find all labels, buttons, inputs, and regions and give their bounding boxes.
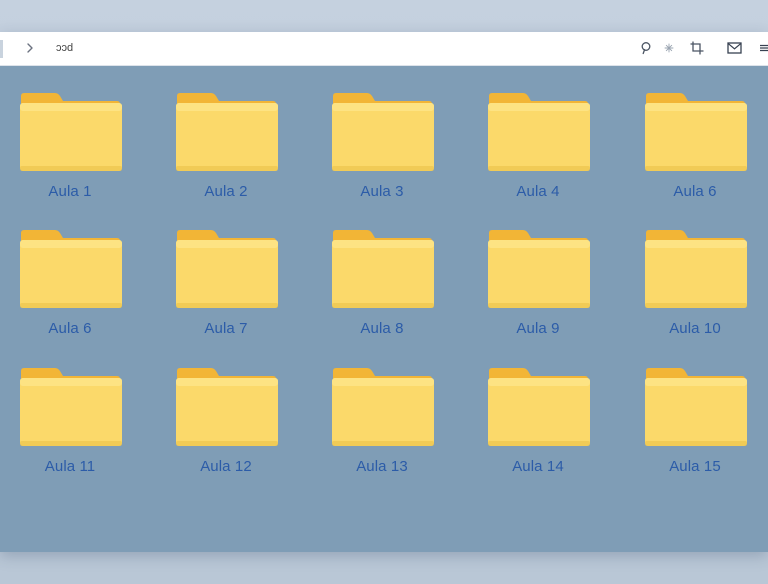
folder-item[interactable]: Aula 4 [473,92,603,207]
folder-label: Aula 8 [360,320,404,337]
toolbar: ɔɔd [0,32,768,66]
folder-icon [332,93,434,171]
folder-item[interactable]: Aula 7 [161,229,291,344]
folder-grid: Aula 1 Aula 2 Aula 3 Aula 4 Aula 6 Aula 6 Aula… [0,65,768,552]
folder-label: Aula 7 [204,320,248,337]
folder-item[interactable]: Aula 10 [630,229,760,344]
folder-icon [488,230,590,308]
folder-item[interactable]: Aula 3 [317,92,447,207]
sparkle-button[interactable] [659,38,679,58]
folder-label: Aula 3 [360,183,404,200]
folder-label: Aula 15 [669,458,721,475]
crop-button[interactable] [687,38,707,58]
folder-label: Aula 6 [48,320,92,337]
menu-button[interactable] [758,38,768,58]
folder-item[interactable]: Aula 1 [5,92,135,207]
folder-icon [20,93,122,171]
folder-item[interactable]: Aula 6 [630,92,760,207]
folder-label: Aula 1 [48,183,92,200]
search-button[interactable] [637,38,657,58]
folder-icon [176,93,278,171]
folder-label: Aula 2 [204,183,248,200]
folder-item[interactable]: Aula 8 [317,229,447,344]
folder-icon [645,93,747,171]
folder-item[interactable]: Aula 6 [5,229,135,344]
folder-item[interactable]: Aula 15 [630,367,760,482]
folder-item[interactable]: Aula 11 [5,367,135,482]
file-explorer-window: ɔɔd Aula 1 Aula 2 Aula 3 Aula 4 Aula 6 A… [0,32,768,552]
mail-icon [726,42,742,54]
folder-item[interactable]: Aula 13 [317,367,447,482]
folder-label: Aula 10 [669,320,721,337]
folder-icon [488,368,590,446]
folder-icon [20,230,122,308]
folder-label: Aula 9 [516,320,560,337]
folder-item[interactable]: Aula 12 [161,367,291,482]
folder-icon [332,368,434,446]
folder-item[interactable]: Aula 2 [161,92,291,207]
forward-button[interactable] [20,38,40,58]
folder-icon [332,230,434,308]
chevron-right-icon [27,43,33,53]
search-icon [641,42,651,55]
mail-button[interactable] [724,38,744,58]
folder-label: Aula 11 [44,458,96,475]
folder-label: Aula 14 [512,458,564,475]
back-button-edge[interactable] [0,40,3,58]
folder-icon [176,368,278,446]
folder-icon [645,230,747,308]
crop-icon [690,41,704,55]
folder-label: Aula 12 [200,458,252,475]
folder-label: Aula 13 [356,458,408,475]
folder-icon [488,93,590,171]
address-path[interactable]: ɔɔd [56,42,73,54]
menu-icon [760,44,768,52]
folder-item[interactable]: Aula 9 [473,229,603,344]
sparkle-icon [664,43,674,53]
folder-icon [176,230,278,308]
folder-icon [645,368,747,446]
folder-label: Aula 4 [516,183,560,200]
folder-icon [20,368,122,446]
folder-label: Aula 6 [673,183,717,200]
folder-item[interactable]: Aula 14 [473,367,603,482]
